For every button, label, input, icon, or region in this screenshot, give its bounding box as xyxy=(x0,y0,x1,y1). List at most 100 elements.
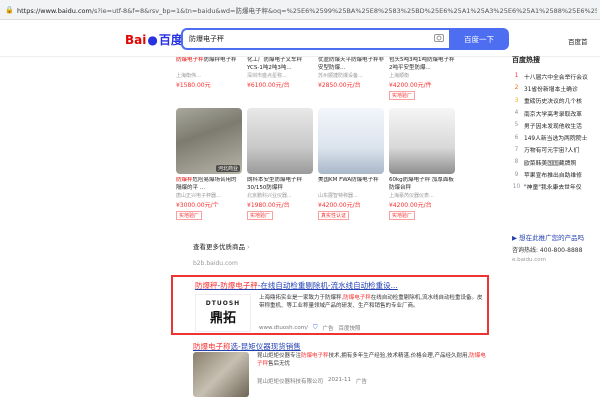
search-header: Bai ● 百度 百度一下 百度首 xyxy=(0,21,600,57)
baidu-logo[interactable]: Bai ● 百度 xyxy=(125,31,183,48)
product-card[interactable]: 优盈防爆天平防爆电子秤非安型防爆... 苏州顺捷防爆设备... ¥2850.00元/… xyxy=(318,57,384,100)
product-seller: 上海顺衡 xyxy=(389,73,410,79)
product-price: ¥3000.00元/个 xyxy=(176,202,219,209)
product-title[interactable]: 包头5吨3吨1吨防爆电子秤 2吨平安型防爆... xyxy=(389,57,455,72)
shield-icon: ⛉ xyxy=(312,324,318,331)
product-title[interactable]: 防爆电子秤防爆秤电子秤 xyxy=(176,57,242,72)
product-price: ¥4200.00元/台 xyxy=(318,202,361,209)
product-price: ¥4200.00元/件 xyxy=(389,82,432,89)
hot-rank: 8 xyxy=(514,159,519,166)
product-title[interactable]: 美国KM FWA防爆电子秤 xyxy=(318,177,384,192)
product-seller: 北京鹏科兴业仪器... xyxy=(247,193,292,199)
product-seller: 深圳市盛点星称... xyxy=(247,73,287,79)
product-badge: 实地验厂 xyxy=(389,211,416,220)
title-text: 包头5吨3吨1吨防爆电子秤 2吨平安型防爆... xyxy=(389,57,455,71)
ad-label: 广告 xyxy=(322,326,334,332)
hot-search-panel: 百度热搜 1 十八届六中全会举行会议 2 31省份新增本土确诊 3 重磅历史决议的几个核 4… xyxy=(512,55,600,193)
search-button[interactable]: 百度一下 xyxy=(449,28,509,50)
result-title-link[interactable]: 防爆秤-防爆电子秤-在线自动检重剔除机-流水线自动检重设... xyxy=(195,280,398,291)
product-title[interactable]: 60kg防爆电子秤 加厚面板防爆台秤 xyxy=(389,177,455,192)
hot-rank: 4 xyxy=(514,110,519,117)
address-bar[interactable]: 🔒 https://www.baidu.com/s?ie=utf-8&f=8&r… xyxy=(0,0,600,20)
result-url[interactable]: www.dtuosh.com/ xyxy=(259,325,308,331)
promo-title-link[interactable]: ▶ 想在此推广您的产品吗 xyxy=(512,232,600,242)
hot-rank: 6 xyxy=(514,134,519,141)
title-highlight: 防爆电子秤 xyxy=(176,57,204,63)
product-card[interactable]: 美国KM FWA防爆电子秤 山东展智特称器... ¥4200.00元/台 真实性认证 xyxy=(318,108,384,220)
product-badge: 实地验厂 xyxy=(389,91,416,100)
promo-url[interactable]: e.baidu.com xyxy=(512,257,600,263)
hot-search-text: 149人新当选为两院院士 xyxy=(524,136,588,143)
hot-search-text: 苹果宣布推出自助维修 xyxy=(524,173,582,180)
product-card[interactable]: 60kg防爆电子秤 加厚面板防爆台秤上海豪芮仪器仪表... ¥4200.00元/台… xyxy=(389,108,455,220)
hot-rank: 5 xyxy=(514,122,519,129)
product-title[interactable]: 化工厂防爆电子叉车秤YCS-1吨2吨3吨... xyxy=(247,57,313,72)
hot-search-item[interactable]: 6 149人新当选为两院院士 xyxy=(512,131,600,143)
product-seller: 山东展智特称器... xyxy=(318,193,358,199)
hot-search-item[interactable]: 3 重磅历史决议的几个核 xyxy=(512,95,600,107)
product-card[interactable]: 河北商业防爆秤危险易爆场合用的隔爆的平 ... 唐山正兴电子秤器... ¥3000.… xyxy=(176,108,242,220)
product-badge: 实地验厂 xyxy=(247,211,274,220)
result-meta: 昆山炬矩仪器科技有限公司 2021-11 广告 xyxy=(257,377,368,385)
product-image[interactable] xyxy=(318,108,384,174)
hot-search-item[interactable]: 4 南京大学高考录取改革 xyxy=(512,107,600,119)
company-logo[interactable]: DTUOSH 鼎拓 xyxy=(195,294,251,332)
product-price: ¥2850.00元/台 xyxy=(318,82,361,89)
hot-search-item[interactable]: 2 31省份新增本土确诊 xyxy=(512,82,600,94)
product-seller: 上海衡伟… xyxy=(176,73,202,79)
ad-result-highlighted: 防爆秤-防爆电子秤-在线自动检重剔除机-流水线自动检重设... DTUOSH 鼎… xyxy=(171,275,489,335)
promo-box: ▶ 想在此推广您的产品吗 咨询热线: 400-800-8888 e.baidu.… xyxy=(512,232,600,263)
product-image[interactable]: 河北商业 xyxy=(176,108,242,174)
title-text: 优盈防爆天平防爆电子秤非安型防爆... xyxy=(318,57,384,71)
title-text: 60kg防爆电子秤 加厚面板防爆台秤 xyxy=(389,177,454,191)
promo-phone: 咨询热线: 400-800-8888 xyxy=(512,247,583,254)
search-input[interactable] xyxy=(183,30,423,48)
snapshot-link[interactable]: 百度快照 xyxy=(338,324,360,332)
hot-rank: 9 xyxy=(514,171,519,178)
product-card[interactable]: 防爆电子秤防爆秤电子秤 上海衡伟… ¥1580.00元 xyxy=(176,57,242,100)
product-seller: 唐山正兴电子秤器... xyxy=(176,193,221,199)
title-text: 美国KM FWA防爆电子秤 xyxy=(318,177,379,183)
hot-search-text: 31省份新增本土确诊 xyxy=(524,86,578,93)
product-title[interactable]: 防爆秤危险易爆场合用的隔爆的平 ... xyxy=(176,177,242,192)
title-text: 朗科本安型防爆电子秤30/150防爆秤 xyxy=(247,177,303,191)
title-text: 化工厂防爆电子叉车秤YCS-1吨2吨3吨... xyxy=(247,57,303,71)
product-price: ¥1980.00元/台 xyxy=(247,202,290,209)
hot-rank: 2 xyxy=(514,85,519,92)
image-tag: 河北商业 xyxy=(215,165,240,172)
hot-search-text: 欧菜韩美国国藏牌照 xyxy=(524,160,577,167)
hot-search-text: 南京大学高考录取改革 xyxy=(524,111,582,118)
home-link[interactable]: 百度首 xyxy=(568,36,588,46)
result-title-link[interactable]: 防爆电子称选-昆矩仪器现货销售 xyxy=(193,341,493,352)
hot-search-item[interactable]: 1 十八届六中全会举行会议 xyxy=(512,70,600,82)
search-box[interactable] xyxy=(181,28,449,50)
product-title[interactable]: 优盈防爆天平防爆电子秤非安型防爆... xyxy=(318,57,384,72)
result-description: 上海鼎拓实业是一家致力于防爆秤,防爆电子秤在线自动检重剔除机,流水线自动检重设备… xyxy=(259,295,483,309)
more-products-link[interactable]: 查看更多优质商品 › xyxy=(193,241,250,251)
hot-search-item[interactable]: 9 苹果宣布推出自助维修 xyxy=(512,168,600,180)
hot-search-item[interactable]: 5 男子因未发现他收生活 xyxy=(512,119,600,131)
hot-search-item[interactable]: 10 "神童"我永康去世年仅 xyxy=(512,181,600,193)
result-description: 昆山炬矩仪器专注防爆电子秤技术,拥有多年生产经验,技术精湛,价格合理,产品经久耐… xyxy=(257,353,486,367)
product-price: ¥4200.00元/台 xyxy=(389,202,432,209)
url-text[interactable]: https://www.baidu.com/s?ie=utf-8&f=8&rsv… xyxy=(17,5,597,15)
product-image[interactable] xyxy=(389,108,455,174)
product-seller: 上海豪芮仪器仪表... xyxy=(389,193,434,199)
hot-search-text: 万物有可元宇宙?人们 xyxy=(524,148,580,155)
product-image[interactable] xyxy=(247,108,313,174)
product-price: ¥6100.00元/台 xyxy=(247,82,290,89)
product-card[interactable]: 化工厂防爆电子叉车秤YCS-1吨2吨3吨... 深圳市盛点星称... ¥6100.0… xyxy=(247,57,313,100)
hot-rank: 1 xyxy=(514,73,519,80)
camera-icon[interactable] xyxy=(434,33,444,43)
product-card[interactable]: 包头5吨3吨1吨防爆电子秤 2吨平安型防爆... 上海顺衡 ¥4200.00元/件实… xyxy=(389,57,455,100)
hot-rank: 7 xyxy=(514,146,519,153)
hot-search-text: 重磅历史决议的几个核 xyxy=(524,99,582,106)
product-seller: 苏州顺捷防爆设备... xyxy=(318,73,363,79)
hot-search-item[interactable]: 7 万物有可元宇宙?人们 xyxy=(512,144,600,156)
hot-search-item[interactable]: 8 欧菜韩美国国藏牌照 xyxy=(512,156,600,168)
source-url: b2b.baidu.com xyxy=(193,260,238,267)
product-card[interactable]: 朗科本安型防爆电子秤30/150防爆秤北京鹏科兴业仪器... ¥1980.00元/… xyxy=(247,108,313,220)
product-title[interactable]: 朗科本安型防爆电子秤30/150防爆秤 xyxy=(247,177,313,192)
result-meta: www.dtuosh.com/ ⛉ 广告 百度快照 xyxy=(259,324,360,332)
result-thumbnail[interactable] xyxy=(193,352,249,397)
